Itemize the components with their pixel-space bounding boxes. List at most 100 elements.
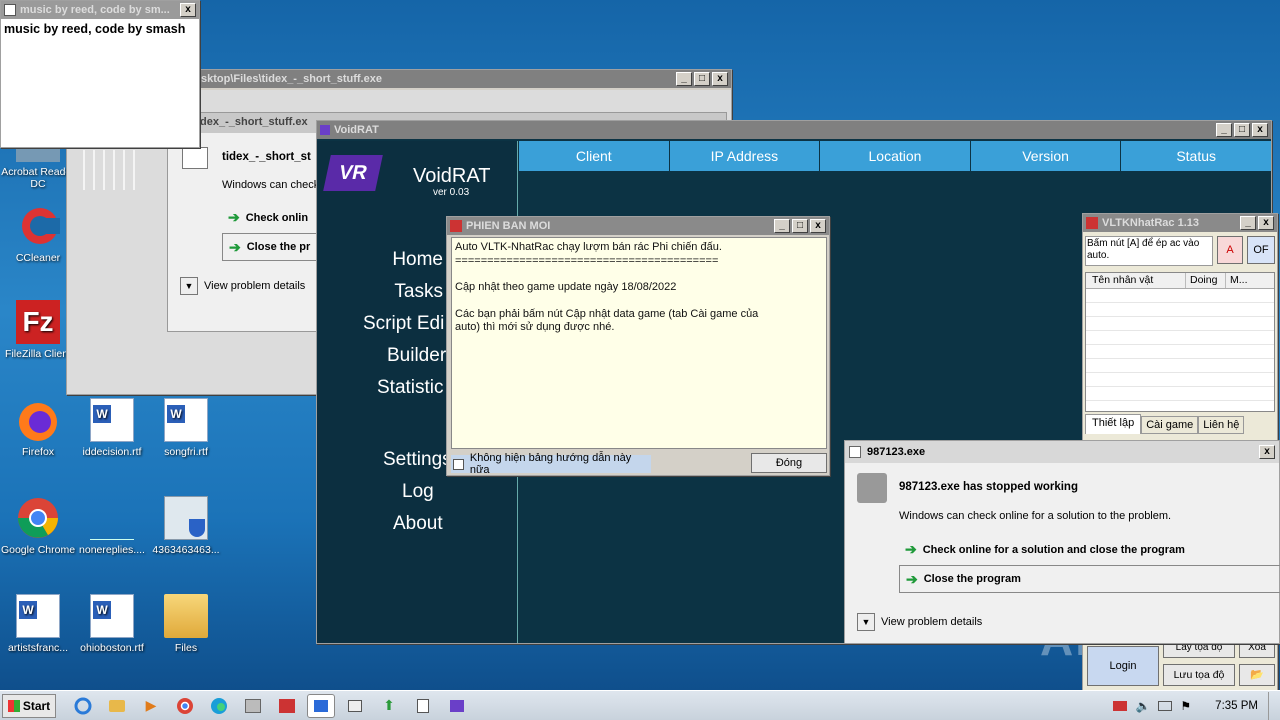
close-button[interactable]: x (1259, 445, 1275, 459)
window-task-icon[interactable] (341, 694, 369, 718)
media-player-icon[interactable]: ▶ (137, 694, 165, 718)
files-folder-icon[interactable]: Files (148, 594, 224, 654)
music-window[interactable]: music by reed, code by sm... x music by … (0, 0, 200, 148)
open-folder-button[interactable]: 📂 (1239, 664, 1275, 686)
crash-heading: 987123.exe has stopped working (899, 481, 1078, 493)
voidrat-title-bar[interactable]: VoidRAT _ □ x (317, 121, 1271, 139)
chrome-logo-icon (16, 496, 60, 540)
nav-script-editor[interactable]: Script Edi (363, 313, 444, 335)
exe-file-icon[interactable]: 4363463463... (148, 496, 224, 556)
minimize-button[interactable]: _ (774, 219, 790, 233)
phienban-title-bar[interactable]: PHIEN BAN MOI _ □ x (447, 217, 829, 235)
col-version[interactable]: Version (971, 141, 1122, 171)
tab-settings[interactable]: Thiết lập (1085, 414, 1142, 434)
vltk-task-icon[interactable] (273, 694, 301, 718)
minimize-button[interactable]: _ (1216, 123, 1232, 137)
explorer-folder-icon[interactable] (103, 694, 131, 718)
nav-log[interactable]: Log (402, 481, 434, 503)
login-button[interactable]: Login (1087, 646, 1159, 686)
dont-show-checkbox-row[interactable]: Không hiện bảng hướng dẫn này nữa (451, 452, 651, 476)
nav-home[interactable]: Home (392, 249, 443, 271)
voidrat-task-icon[interactable] (443, 694, 471, 718)
nav-statistics[interactable]: Statistic (377, 377, 444, 399)
character-list[interactable]: Tên nhân vật Doing M... (1085, 272, 1275, 412)
minimize-button[interactable]: _ (1240, 216, 1256, 230)
show-desktop-button[interactable] (1268, 691, 1280, 720)
close-button[interactable]: x (180, 3, 196, 17)
close-button[interactable]: x (712, 72, 728, 86)
phienban-dialog[interactable]: PHIEN BAN MOI _ □ x Auto VLTK-NhatRac chạy… (446, 216, 830, 476)
nav-builder[interactable]: Builder (387, 345, 446, 367)
nonereplies-file-icon[interactable]: nonereplies.... (74, 496, 150, 556)
chrome-icon[interactable]: Google Chrome (0, 496, 76, 556)
voidrat-logo-icon: VR (323, 155, 383, 191)
ie-icon[interactable] (69, 694, 97, 718)
filezilla-icon[interactable]: Fz FileZilla Client (0, 300, 76, 360)
ccleaner-icon[interactable]: CCleaner (0, 204, 76, 264)
active-task-icon[interactable] (307, 693, 335, 718)
maximize-button[interactable]: □ (1234, 123, 1250, 137)
col-status[interactable]: Status (1121, 141, 1271, 171)
music-credit-text: music by reed, code by smash (4, 22, 186, 36)
crash-dialog[interactable]: 987123.exe x 987123.exe has stopped work… (844, 440, 1280, 644)
app-icon (450, 220, 462, 232)
save-coords-button[interactable]: Lưu tọa độ (1163, 664, 1235, 686)
tab-install-game[interactable]: Cài game (1141, 416, 1199, 434)
songfri-file-icon[interactable]: songfri.rtf (148, 398, 224, 458)
tab-contact[interactable]: Liên hệ (1198, 416, 1245, 434)
col-location[interactable]: Location (820, 141, 971, 171)
check-online-option[interactable]: ➔ Check online for a solution and close t… (905, 541, 1185, 558)
minimize-button[interactable]: _ (676, 72, 692, 86)
start-button[interactable]: Start (2, 693, 56, 718)
installer-shield-icon (164, 496, 208, 540)
artistsfranc-file-icon[interactable]: artistsfranc... (0, 594, 76, 654)
maximize-button[interactable]: □ (792, 219, 808, 233)
vltk-title-bar[interactable]: VLTKNhatRac 1.13 _ x (1083, 214, 1277, 232)
crash-title-bar[interactable]: 987123.exe x (845, 441, 1279, 463)
flag-icon[interactable]: ⚑ (1180, 699, 1191, 713)
off-button[interactable]: OF (1247, 236, 1275, 264)
network-icon[interactable] (1158, 700, 1173, 711)
calculator-icon[interactable] (409, 694, 437, 718)
col-m[interactable]: M... (1226, 273, 1274, 288)
firefox-icon[interactable]: Firefox (0, 398, 76, 458)
close-button[interactable]: x (810, 219, 826, 233)
phienban-text-area[interactable]: Auto VLTK-NhatRac chạy lượm bán rác Phi … (451, 237, 827, 449)
close-button[interactable]: x (1258, 216, 1274, 230)
close-program-option[interactable]: ➔ Close the pr (222, 233, 322, 261)
col-ip-address[interactable]: IP Address (670, 141, 821, 171)
close-program-option[interactable]: ➔ Close the program (899, 565, 1280, 593)
volume-icon[interactable]: 🔈 (1135, 699, 1150, 713)
word-doc-icon (16, 594, 60, 638)
check-online-option[interactable]: ➔ Check onlin (228, 209, 308, 226)
col-client[interactable]: Client (519, 141, 670, 171)
col-character-name[interactable]: Tên nhân vật (1086, 273, 1186, 288)
vltk-tabs: Thiết lập Cài game Liên hệ (1085, 414, 1245, 434)
battery-icon[interactable] (1113, 700, 1128, 711)
network-task-icon[interactable]: ⬆ (375, 694, 403, 718)
dont-show-checkbox[interactable] (453, 458, 464, 470)
music-title-bar[interactable]: music by reed, code by sm... x (1, 1, 199, 19)
view-details-toggle[interactable]: ▼ View problem details (180, 277, 305, 295)
app-task-icon[interactable] (239, 694, 267, 718)
voidrat-version: ver 0.03 (433, 187, 470, 198)
ohioboston-file-icon[interactable]: ohioboston.rtf (74, 594, 150, 654)
nav-settings[interactable]: Settings (383, 449, 452, 471)
iddecision-file-icon[interactable]: iddecision.rtf (74, 398, 150, 458)
clock[interactable]: 7:35 PM (1215, 700, 1258, 712)
blank-file-icon (90, 496, 134, 540)
force-auto-button[interactable]: A (1217, 236, 1243, 264)
edge-icon[interactable] (205, 694, 233, 718)
nav-about[interactable]: About (393, 513, 443, 535)
chrome-taskbar-icon[interactable] (171, 694, 199, 718)
chevron-down-icon: ▼ (180, 277, 198, 295)
folder-open-icon: 📂 (1250, 669, 1264, 681)
app-icon (182, 147, 208, 169)
striped-pattern (83, 150, 143, 190)
nav-tasks[interactable]: Tasks (394, 281, 443, 303)
view-details-toggle[interactable]: ▼ View problem details (857, 613, 982, 631)
close-button[interactable]: x (1252, 123, 1268, 137)
close-dialog-button[interactable]: Đóng (751, 453, 827, 473)
col-doing[interactable]: Doing (1186, 273, 1226, 288)
maximize-button[interactable]: □ (694, 72, 710, 86)
